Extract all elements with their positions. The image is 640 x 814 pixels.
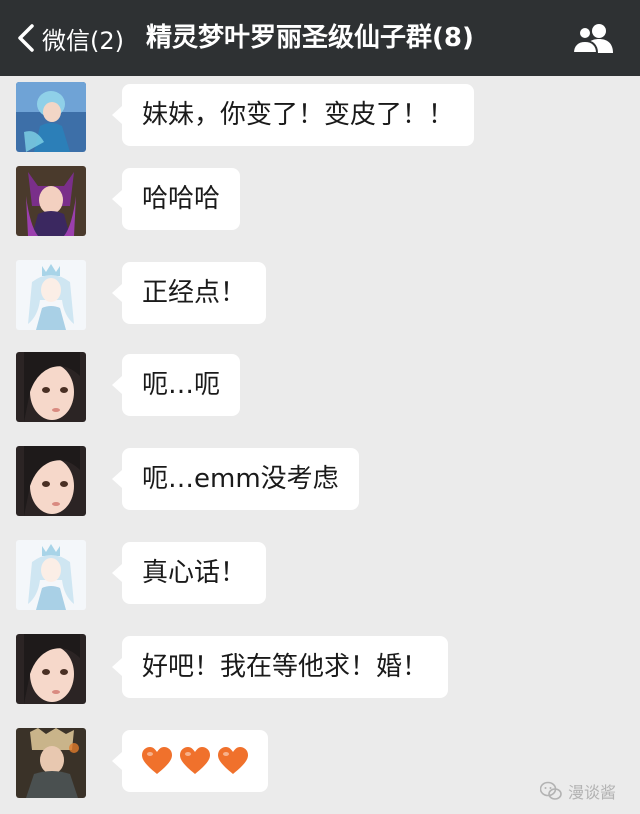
message-bubble[interactable]: 真心话！ — [111, 542, 267, 604]
message-bubble[interactable]: 好吧！我在等他求！婚！ — [111, 636, 449, 698]
message-row: 呃…emm没考虑 — [16, 446, 616, 518]
message-row — [16, 728, 616, 800]
back-button[interactable]: 微信(2) — [14, 20, 124, 56]
message-bubble[interactable]: 妹妹，你变了！变皮了！！ — [111, 84, 475, 146]
orange-heart-icon — [218, 747, 248, 774]
message-bubble[interactable] — [112, 730, 268, 792]
emoji-hearts — [142, 730, 248, 792]
avatar[interactable] — [16, 540, 86, 610]
message-row: 哈哈哈 — [16, 166, 616, 238]
orange-heart-icon — [180, 747, 210, 774]
wechat-icon — [540, 781, 562, 800]
avatar[interactable] — [16, 82, 86, 152]
message-bubble[interactable]: 正经点！ — [111, 262, 267, 324]
message-row: 妹妹，你变了！变皮了！！ — [16, 82, 616, 154]
avatar[interactable] — [16, 260, 86, 330]
chevron-left-icon — [18, 24, 34, 52]
orange-heart-icon — [142, 747, 172, 774]
message-row: 好吧！我在等他求！婚！ — [16, 634, 616, 706]
group-members-icon[interactable] — [572, 22, 614, 54]
avatar[interactable] — [16, 166, 86, 236]
watermark-text: 漫谈酱 — [568, 783, 617, 802]
chat-header: 微信(2) 精灵梦叶罗丽圣级仙子群(8) — [0, 0, 640, 76]
message-bubble[interactable]: 哈哈哈 — [111, 168, 241, 230]
avatar[interactable] — [16, 352, 86, 422]
chat-message-list[interactable]: 妹妹，你变了！变皮了！！ 哈哈哈 正经点！ 呃…呃 呃…emm没考虑 真心话！ … — [0, 76, 640, 814]
avatar[interactable] — [16, 728, 86, 798]
message-bubble[interactable]: 呃…呃 — [111, 354, 241, 416]
back-label: 微信(2) — [42, 26, 124, 55]
avatar[interactable] — [16, 446, 86, 516]
watermark: 漫谈酱 — [540, 778, 616, 804]
avatar[interactable] — [16, 634, 86, 704]
message-bubble[interactable]: 呃…emm没考虑 — [112, 448, 359, 510]
message-row: 呃…呃 — [16, 352, 616, 424]
message-row: 正经点！ — [16, 260, 616, 332]
chat-title: 精灵梦叶罗丽圣级仙子群(8) — [146, 23, 474, 53]
message-row: 真心话！ — [16, 540, 616, 612]
